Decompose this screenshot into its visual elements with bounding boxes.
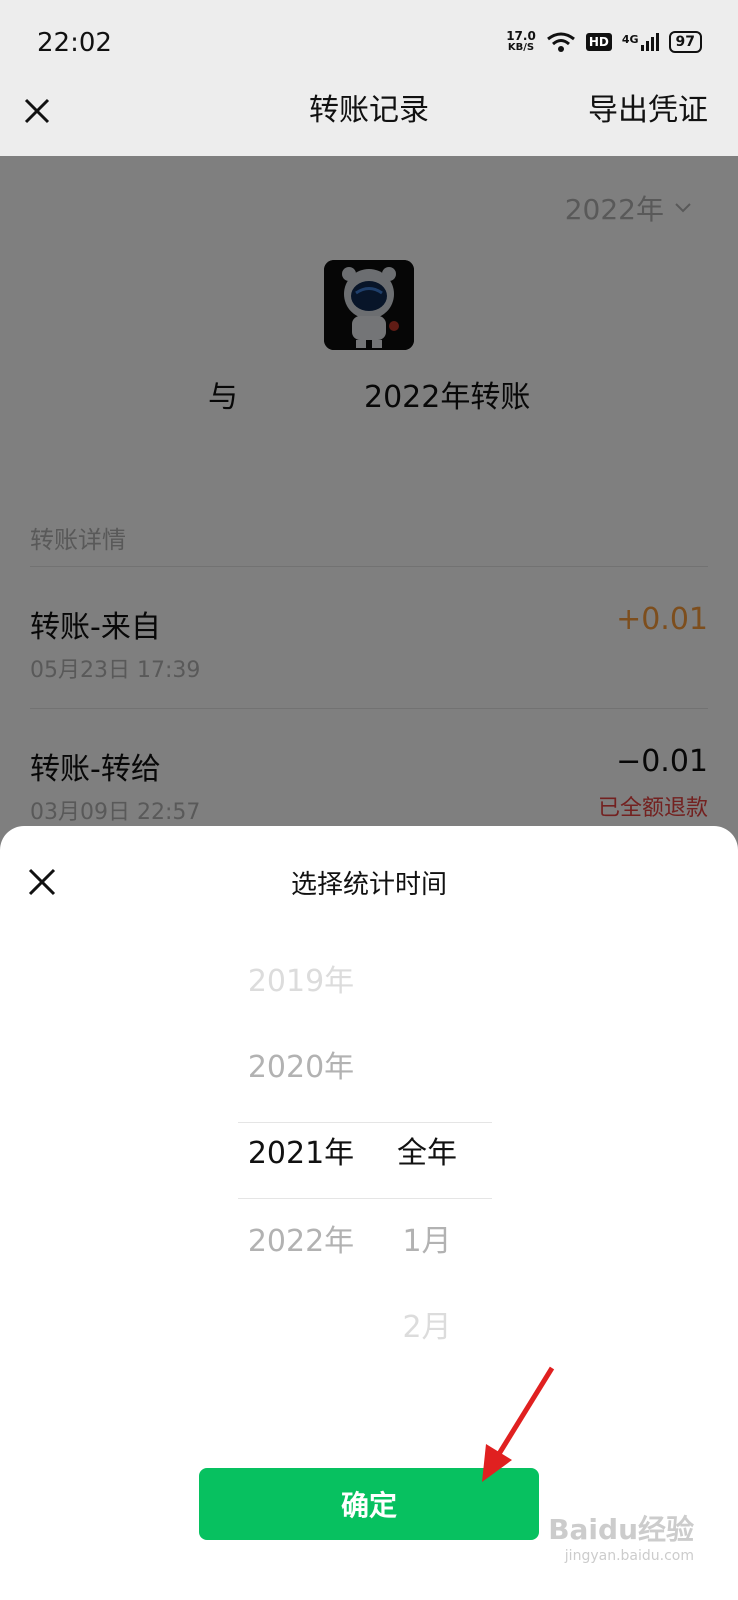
wifi-icon [546, 32, 575, 52]
status-bar: 22:02 17.0 KB/S HD 4G 97 [0, 0, 738, 90]
picker-year-selected[interactable]: 2021年 [231, 1128, 371, 1172]
picker-year-option[interactable]: 2019年 [231, 956, 371, 1000]
picker-year-option[interactable]: 2022年 [231, 1216, 371, 1260]
status-icons: 17.0 KB/S HD 4G 97 [506, 30, 702, 54]
nav-bar: 转账记录 导出凭证 [0, 90, 738, 156]
picker-period-option[interactable]: 2月 [357, 1302, 497, 1346]
confirm-button[interactable]: 确定 [199, 1468, 539, 1540]
network-speed-unit: KB/S [507, 42, 535, 53]
battery-icon: 97 [668, 31, 702, 53]
baidu-watermark: Baidu经验 jingyan.baidu.com [548, 1508, 694, 1564]
picker-period-option[interactable]: 1月 [357, 1216, 497, 1260]
picker-selection-line-top [238, 1122, 492, 1123]
network-type: 4G [621, 33, 639, 46]
picker-selection-line-bottom [238, 1198, 492, 1199]
picker-period-selected[interactable]: 全年 [357, 1128, 497, 1172]
watermark-url: jingyan.baidu.com [564, 1548, 694, 1564]
signal-icon: 4G [622, 33, 659, 51]
network-speed: 17.0 KB/S [506, 30, 536, 54]
time-picker-sheet: 选择统计时间 2019年 2020年 2021年 2022年 全年 1月 2月 … [0, 826, 738, 1600]
sheet-title: 选择统计时间 [290, 870, 447, 900]
hd-badge: HD [585, 33, 612, 51]
export-voucher-button[interactable]: 导出凭证 [588, 90, 708, 132]
watermark-brand: Baidu经验 [548, 1513, 694, 1546]
picker-year-option[interactable]: 2020年 [231, 1042, 371, 1086]
status-time: 22:02 [37, 28, 112, 58]
network-speed-value: 17.0 [506, 29, 536, 43]
